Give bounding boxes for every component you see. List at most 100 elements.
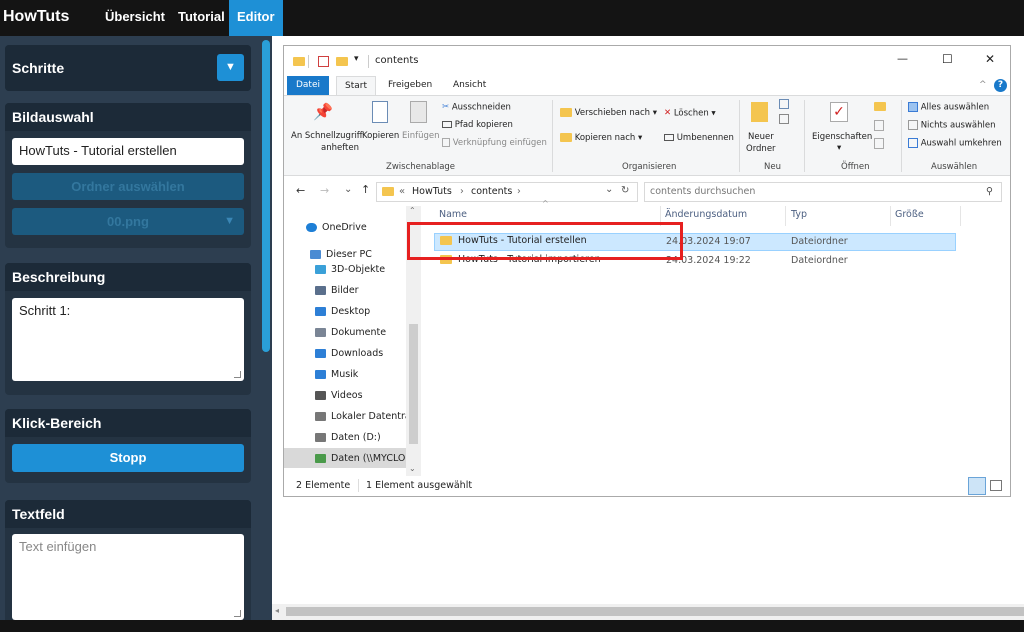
properties-button[interactable]: Eigenschaften [812, 132, 872, 142]
help-icon[interactable]: ? [994, 79, 1007, 92]
new-folder-label-1[interactable]: Neuer [748, 132, 774, 142]
resize-handle-icon[interactable] [234, 371, 241, 378]
new-folder-quick-icon[interactable] [336, 57, 348, 66]
nav-item[interactable]: Daten (\\MYCLOU [315, 453, 412, 464]
click-area-highlight[interactable] [407, 222, 683, 260]
properties-dropdown-icon[interactable]: ▾ [837, 143, 841, 153]
textfield-input[interactable]: Text einfügen [12, 534, 244, 620]
tab-start[interactable]: Start [336, 76, 376, 95]
scroll-down-icon[interactable]: ⌄ [409, 464, 416, 473]
pc-icon [310, 250, 321, 259]
edit-icon[interactable] [874, 120, 884, 131]
easy-access-icon[interactable] [779, 114, 789, 124]
sidebar-scrollbar-thumb[interactable] [262, 40, 270, 352]
open-icon[interactable] [874, 102, 886, 111]
nav-item[interactable]: OneDrive [306, 222, 367, 233]
paste-button[interactable]: Einfügen [402, 131, 440, 141]
tab-share[interactable]: Freigeben [388, 76, 432, 95]
column-date[interactable]: Änderungsdatum [665, 209, 747, 220]
nav-link-editor[interactable]: Editor [229, 0, 283, 36]
scroll-left-arrow-icon[interactable]: ◂ [275, 606, 279, 615]
breadcrumb-overflow[interactable]: « [399, 186, 405, 197]
refresh-icon[interactable]: ↻ [621, 185, 629, 196]
description-textarea[interactable]: Schritt 1: [12, 298, 244, 381]
group-clipboard-label: Zwischenablage [386, 162, 456, 172]
file-type: Dateiordner [791, 255, 848, 266]
column-divider[interactable] [960, 206, 961, 226]
paste-shortcut-button[interactable]: Verknüpfung einfügen [442, 138, 547, 148]
select-folder-button[interactable]: Ordner auswählen [12, 173, 244, 200]
nav-item[interactable]: Dieser PC [310, 249, 372, 260]
nav-item-label: Videos [331, 390, 363, 401]
nav-item[interactable]: Downloads [315, 348, 383, 359]
copy-to-button[interactable]: Kopieren nach ▾ [560, 133, 642, 143]
canvas-scrollbar-thumb[interactable] [286, 607, 1024, 616]
stop-button[interactable]: Stopp [12, 444, 244, 472]
nav-item[interactable]: Videos [315, 390, 363, 401]
resize-handle-icon[interactable] [234, 610, 241, 617]
address-dropdown-icon[interactable]: ⌄ [605, 184, 613, 195]
brand-logo[interactable]: HowTuts [3, 8, 69, 26]
breadcrumb-contents[interactable]: contents [471, 186, 512, 197]
nav-item[interactable]: Musik [315, 369, 358, 380]
select-none-button[interactable]: Nichts auswählen [908, 120, 996, 131]
cut-button[interactable]: ✂ Ausschneiden [442, 102, 511, 113]
new-item-icon[interactable] [779, 99, 789, 109]
rename-button[interactable]: Umbenennen [664, 133, 734, 143]
nav-item[interactable]: Desktop [315, 306, 370, 317]
image-select-dropdown[interactable]: 00.png ▼ [12, 208, 244, 235]
history-icon[interactable] [874, 138, 884, 149]
properties-quick-icon[interactable] [318, 56, 329, 67]
folder-name-input[interactable]: HowTuts - Tutorial erstellen [12, 138, 244, 165]
large-icons-view-icon[interactable] [990, 480, 1002, 491]
canvas-horizontal-scrollbar[interactable]: ◂ [272, 604, 1024, 620]
delete-label: Löschen [673, 108, 709, 119]
address-bar[interactable]: « HowTuts › contents › ⌄ ↻ [376, 182, 638, 202]
nav-item-label: Desktop [331, 306, 371, 317]
nav-item[interactable]: Daten (D:) [315, 432, 381, 443]
new-folder-label-2[interactable]: Ordner [746, 144, 776, 154]
column-name[interactable]: Name [439, 209, 467, 220]
copy-icon [372, 101, 388, 123]
delete-button[interactable]: ✕ Löschen ▾ [664, 108, 716, 119]
move-to-label: Verschieben nach [574, 108, 651, 118]
nav-item[interactable]: Bilder [315, 285, 359, 296]
nav-item[interactable]: 3D-Objekte [315, 264, 385, 275]
quick-access-dropdown-icon[interactable]: ▾ [354, 54, 359, 64]
column-size[interactable]: Größe [895, 209, 924, 220]
nav-item[interactable]: Lokaler Datenträ [315, 411, 411, 422]
search-input[interactable]: contents durchsuchen ⚲ [644, 182, 1002, 202]
column-divider[interactable] [890, 206, 891, 226]
tab-view[interactable]: Ansicht [453, 76, 486, 95]
nav-item[interactable]: Dokumente [315, 327, 386, 338]
copy-path-button[interactable]: Pfad kopieren [442, 120, 513, 130]
minimize-button[interactable]: — [897, 52, 908, 65]
tab-file[interactable]: Datei [287, 76, 329, 95]
steps-dropdown-button[interactable]: ▼ [217, 54, 244, 81]
column-divider[interactable] [785, 206, 786, 226]
selection-count: 1 Element ausgewählt [366, 480, 473, 491]
recent-locations-icon[interactable]: ⌄ [344, 184, 352, 195]
close-button[interactable]: ✕ [985, 52, 995, 66]
scroll-up-icon[interactable]: ⌃ [409, 206, 416, 215]
cloud-icon [306, 223, 317, 232]
paste-icon [410, 101, 427, 123]
pin-quick-access-label-2[interactable]: anheften [321, 143, 359, 153]
forward-arrow-icon[interactable]: → [320, 184, 329, 197]
invert-selection-label: Auswahl umkehren [920, 138, 1002, 149]
nav-scrollbar-thumb[interactable] [409, 324, 418, 444]
ribbon-collapse-icon[interactable]: ^ [979, 76, 987, 95]
select-all-button[interactable]: Alles auswählen [908, 102, 989, 113]
copy-button[interactable]: Kopieren [362, 131, 399, 141]
invert-selection-button[interactable]: Auswahl umkehren [908, 138, 1002, 149]
up-arrow-icon[interactable]: ↑ [361, 183, 370, 196]
breadcrumb-howtuts[interactable]: HowTuts [412, 186, 452, 197]
move-to-button[interactable]: Verschieben nach ▾ [560, 108, 657, 118]
pin-quick-access-label-1[interactable]: An Schnellzugriff [291, 131, 363, 141]
details-view-icon[interactable] [968, 477, 986, 495]
back-arrow-icon[interactable]: ← [296, 184, 305, 197]
maximize-button[interactable]: ☐ [942, 52, 953, 66]
nav-link-tutorial[interactable]: Tutorial [178, 0, 225, 36]
nav-link-overview[interactable]: Übersicht [105, 0, 165, 36]
column-type[interactable]: Typ [791, 209, 807, 220]
